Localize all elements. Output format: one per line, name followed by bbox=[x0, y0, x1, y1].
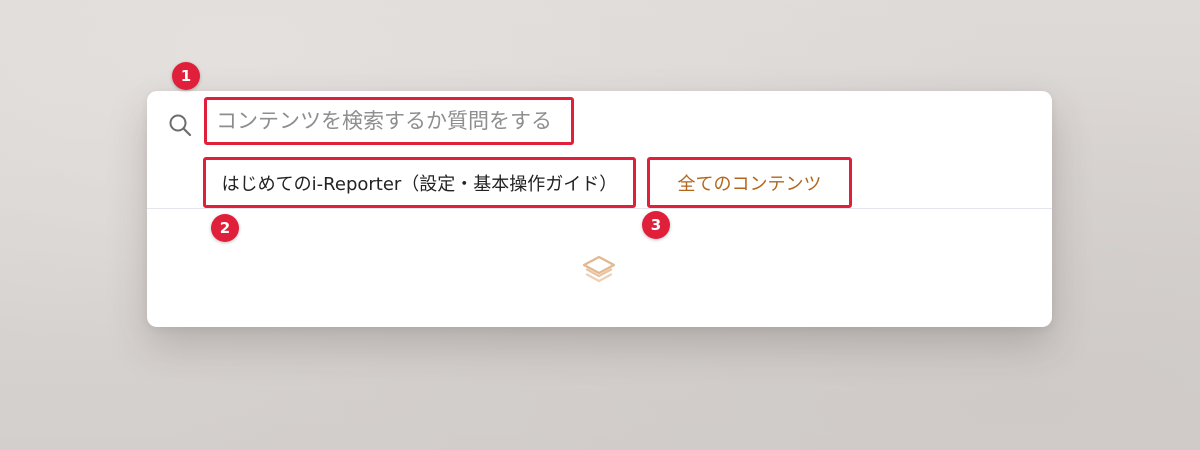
chip-getting-started-guide[interactable]: はじめてのi-Reporter（設定・基本操作ガイド） bbox=[203, 157, 636, 208]
divider bbox=[147, 208, 1052, 209]
search-input[interactable] bbox=[204, 97, 574, 145]
search-icon bbox=[169, 114, 192, 137]
annotation-badge-2: 2 bbox=[211, 214, 239, 242]
layers-logo-icon bbox=[582, 255, 616, 283]
annotation-badge-1: 1 bbox=[172, 62, 200, 90]
chip-all-contents[interactable]: 全てのコンテンツ bbox=[647, 157, 852, 208]
annotation-badge-3: 3 bbox=[642, 211, 670, 239]
